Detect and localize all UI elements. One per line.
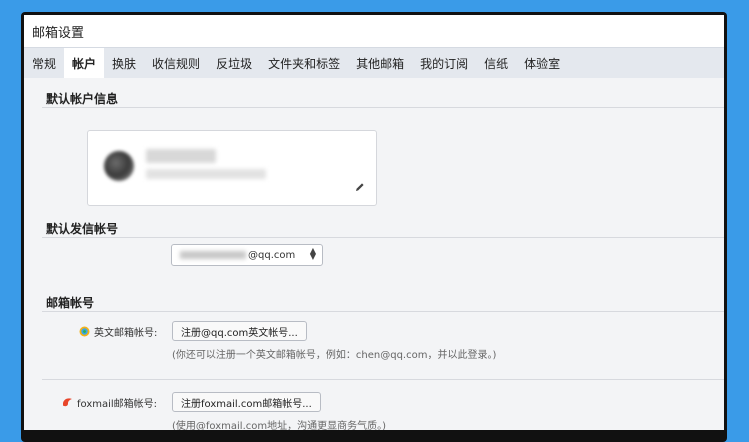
account-card bbox=[87, 130, 377, 206]
english-account-hint: (你还可以注册一个英文邮箱帐号，例如：chen@qq.com，并以此登录。) bbox=[172, 350, 497, 361]
qq-logo-icon bbox=[79, 326, 90, 337]
edit-pencil-icon[interactable] bbox=[354, 181, 366, 193]
english-account-label: 英文邮箱帐号: bbox=[79, 324, 157, 339]
divider bbox=[42, 379, 724, 380]
divider bbox=[42, 237, 724, 238]
avatar bbox=[104, 151, 134, 181]
divider bbox=[42, 311, 724, 312]
window-title: 邮箱设置 bbox=[24, 15, 724, 47]
sender-domain: @qq.com bbox=[248, 249, 296, 261]
settings-window: 邮箱设置 常规 帐户 换肤 收信规则 反垃圾 文件夹和标签 其他邮箱 我的订阅 … bbox=[24, 15, 724, 430]
tab-skin[interactable]: 换肤 bbox=[104, 48, 144, 78]
foxmail-account-label-text: foxmail邮箱帐号: bbox=[77, 399, 158, 410]
select-arrows-icon: ▲ ▼ bbox=[309, 246, 316, 261]
foxmail-logo-icon bbox=[63, 398, 72, 407]
divider bbox=[42, 107, 724, 108]
redacted-email bbox=[146, 169, 266, 179]
english-account-label-text: 英文邮箱帐号: bbox=[94, 328, 158, 339]
default-sender-select[interactable]: @qq.com ▲ ▼ bbox=[171, 244, 323, 266]
register-foxmail-account-button[interactable]: 注册foxmail.com邮箱帐号... bbox=[172, 392, 321, 412]
tab-subscriptions[interactable]: 我的订阅 bbox=[412, 48, 476, 78]
foxmail-account-label: foxmail邮箱帐号: bbox=[62, 395, 157, 410]
default-sender-title: 默认发信帐号 bbox=[46, 222, 119, 236]
tab-bar: 常规 帐户 换肤 收信规则 反垃圾 文件夹和标签 其他邮箱 我的订阅 信纸 体验… bbox=[24, 47, 724, 78]
tab-stationery[interactable]: 信纸 bbox=[476, 48, 516, 78]
tab-anti-spam[interactable]: 反垃圾 bbox=[208, 48, 260, 78]
tab-lab[interactable]: 体验室 bbox=[516, 48, 568, 78]
tab-account[interactable]: 帐户 bbox=[64, 48, 105, 78]
tab-receive-rules[interactable]: 收信规则 bbox=[144, 48, 208, 78]
default-account-title: 默认帐户信息 bbox=[46, 92, 119, 106]
tab-folders-labels[interactable]: 文件夹和标签 bbox=[260, 48, 348, 78]
redacted-sender bbox=[180, 251, 246, 259]
redacted-name bbox=[146, 149, 216, 163]
tab-other-mailboxes[interactable]: 其他邮箱 bbox=[348, 48, 412, 78]
tab-general[interactable]: 常规 bbox=[24, 48, 64, 78]
foxmail-account-hint: (使用@foxmail.com地址，沟通更显商务气质。) bbox=[172, 421, 387, 430]
settings-content: 默认帐户信息 默认发信帐号 @qq.com ▲ ▼ 邮箱帐号 英文邮箱帐号: 注… bbox=[24, 78, 724, 430]
register-english-account-button[interactable]: 注册@qq.com英文帐号... bbox=[172, 321, 307, 341]
mail-accounts-title: 邮箱帐号 bbox=[46, 296, 95, 310]
